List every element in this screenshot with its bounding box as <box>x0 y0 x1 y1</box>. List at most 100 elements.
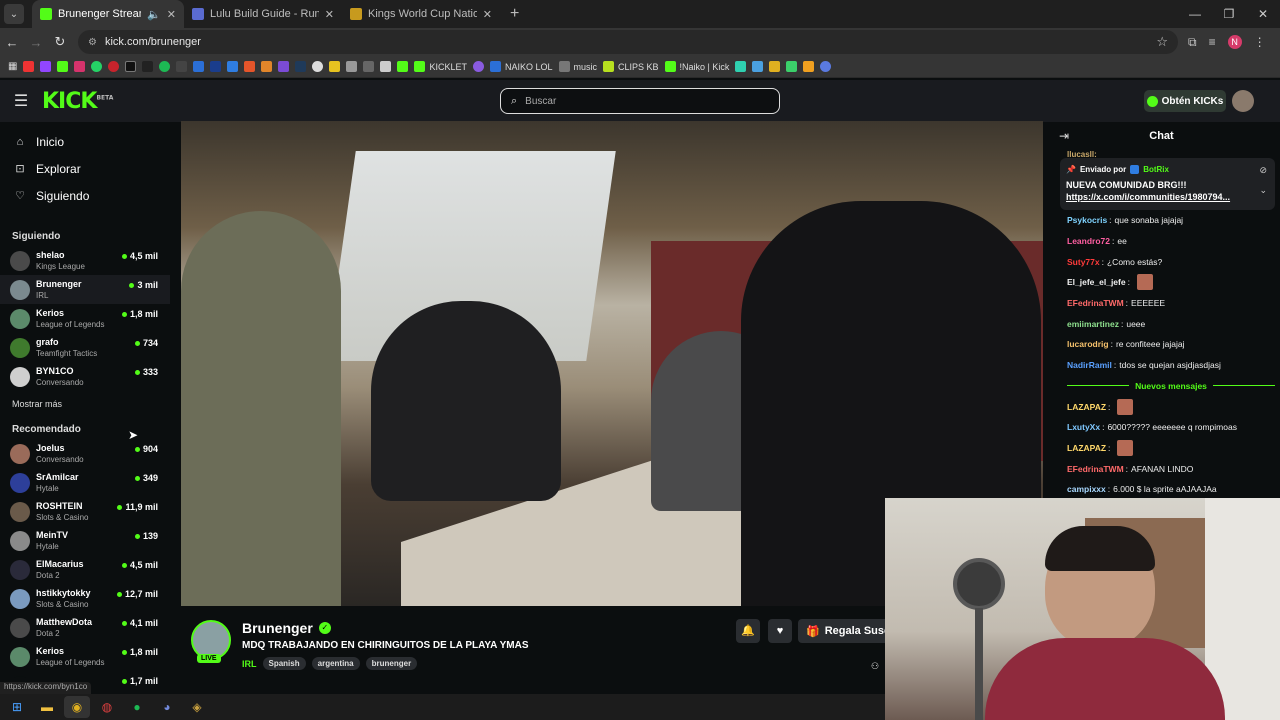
instagram-bookmark-icon[interactable] <box>74 61 86 72</box>
channel-item[interactable]: Kerios League of Legends 1,8 mil <box>0 304 170 333</box>
chat-username[interactable]: El_jefe_el_jefe <box>1067 277 1126 287</box>
channel-item[interactable]: ROSHTEIN Slots & Casino 11,9 mil <box>0 497 170 526</box>
chat-username[interactable]: LAZAPAZ <box>1067 443 1106 453</box>
chevron-down-icon[interactable]: ⌄ <box>1259 185 1267 196</box>
bookmark-icon[interactable] <box>786 61 798 72</box>
bookmark-icon[interactable] <box>210 61 222 72</box>
hamburger-menu-icon[interactable]: ☰ <box>0 91 42 111</box>
bookmark-icon[interactable] <box>397 61 409 72</box>
menu-kebab-icon[interactable]: ⋮ <box>1254 35 1266 49</box>
channel-item[interactable]: Kerios League of Legends 1,8 mil <box>0 642 170 671</box>
audio-icon[interactable]: 🔈 <box>147 8 161 21</box>
kick-bookmark-icon[interactable] <box>57 61 69 72</box>
bookmark-icon[interactable] <box>176 61 188 72</box>
chrome-icon[interactable]: ◉ <box>64 696 90 718</box>
unpin-icon[interactable]: ⊘ <box>1259 165 1267 176</box>
tag-chip[interactable]: argentina <box>311 657 360 670</box>
bookmark-icon[interactable] <box>295 61 307 72</box>
collapse-chat-icon[interactable]: ⇥ <box>1059 129 1069 143</box>
spotify-bookmark-icon[interactable] <box>159 61 171 72</box>
apps-grid-icon[interactable]: ▦ <box>8 61 17 72</box>
spotify-icon[interactable]: ● <box>124 696 150 718</box>
channel-item[interactable]: MatthewDota Dota 2 4,1 mil <box>0 613 170 642</box>
pinned-bot-name[interactable]: BotRix <box>1143 165 1169 174</box>
search-input[interactable]: ⌕ Buscar <box>500 88 780 114</box>
tab-brunenger[interactable]: Brunenger Stream - Watch 🔈 ✕ <box>32 0 184 28</box>
bookmark-icon[interactable] <box>820 61 832 72</box>
user-avatar[interactable] <box>1232 90 1254 112</box>
bookmark-star-icon[interactable]: ☆ <box>1156 34 1168 50</box>
channel-item[interactable]: hstikkytokky Slots & Casino 12,7 mil <box>0 584 170 613</box>
chat-username[interactable]: EFedrinaTWM <box>1067 464 1124 474</box>
bookmark-icon[interactable] <box>278 61 290 72</box>
notification-bell-button[interactable]: 🔔 <box>736 619 760 643</box>
chat-username[interactable]: lucarodrig <box>1067 339 1109 349</box>
restore-icon[interactable]: ❐ <box>1212 0 1246 28</box>
bookmark-kicklet[interactable]: KICKLET <box>414 61 467 72</box>
whatsapp-bookmark-icon[interactable] <box>91 61 103 72</box>
site-info-icon[interactable]: ⚙ <box>88 37 97 48</box>
show-more-link[interactable]: Mostrar más <box>0 399 170 409</box>
chat-username[interactable]: Suty77x <box>1067 257 1100 267</box>
nav-explore[interactable]: ⊡ Explorar <box>0 155 170 182</box>
channel-item[interactable]: Brunenger IRL 3 mil <box>0 275 170 304</box>
bookmark-icon[interactable] <box>735 61 747 72</box>
forward-icon[interactable]: → <box>24 35 48 50</box>
channel-item[interactable]: ElMacarius Dota 2 4,5 mil <box>0 555 170 584</box>
pinterest-bookmark-icon[interactable] <box>108 61 120 72</box>
close-tab-icon[interactable]: ✕ <box>167 8 176 21</box>
reload-icon[interactable]: ↻ <box>48 34 72 50</box>
nav-home[interactable]: ⌂ Inicio <box>0 128 170 155</box>
pinned-link[interactable]: https://x.com/i/communities/1980794... <box>1066 192 1269 202</box>
back-icon[interactable]: ← <box>0 35 24 50</box>
media-icon[interactable]: ≡ <box>1209 35 1216 49</box>
stream-category[interactable]: IRL <box>242 659 257 669</box>
bookmark-icon[interactable] <box>244 61 256 72</box>
follow-heart-button[interactable]: ♥ <box>768 619 792 643</box>
tag-chip[interactable]: Spanish <box>262 657 306 670</box>
bookmark-icon[interactable] <box>380 61 392 72</box>
bookmark-naiko-kick[interactable]: !Naiko | Kick <box>664 61 729 72</box>
gift-sub-button[interactable]: 🎁 Regala Suscr <box>798 619 886 643</box>
bookmark-icon[interactable] <box>803 61 815 72</box>
extensions-icon[interactable]: ⧉ <box>1188 35 1197 50</box>
nav-following[interactable]: ♡ Siguiendo <box>0 182 170 209</box>
bookmark-icon[interactable] <box>227 61 239 72</box>
tag-chip[interactable]: brunenger <box>365 657 418 670</box>
tab-kings-world-cup[interactable]: Kings World Cup Nations 2026 ✕ <box>342 0 500 28</box>
bookmark-naiko-lol[interactable]: NAIKO LOL <box>489 61 553 72</box>
app-icon[interactable]: ◍ <box>94 696 120 718</box>
channel-item[interactable]: SrAmilcar Hytale 349 <box>0 468 170 497</box>
chat-username[interactable]: EFedrinaTWM <box>1067 298 1124 308</box>
streamer-name[interactable]: Brunenger ✓ <box>242 620 331 636</box>
discord-icon[interactable]: ◕ <box>154 696 180 718</box>
bookmark-icon[interactable] <box>769 61 781 72</box>
bookmark-icon[interactable] <box>363 61 375 72</box>
profile-avatar[interactable]: N <box>1227 35 1242 49</box>
minimize-icon[interactable]: — <box>1178 0 1212 28</box>
channel-item[interactable]: shelao Kings League 4,5 mil <box>0 246 170 275</box>
tiktok-bookmark-icon[interactable] <box>142 61 154 72</box>
channel-item[interactable]: MeinTV Hytale 139 <box>0 526 170 555</box>
chat-username[interactable]: NadirRamil <box>1067 360 1112 370</box>
url-field[interactable]: ⚙ kick.com/brunenger ☆ <box>78 30 1178 54</box>
bookmark-icon[interactable] <box>329 61 341 72</box>
pinned-message[interactable]: 📌 Enviado por BotRix NUEVA COMUNIDAD BRG!!… <box>1060 158 1275 210</box>
windows-start-icon[interactable]: ⊞ <box>4 696 30 718</box>
league-client-icon[interactable]: ◈ <box>184 696 210 718</box>
get-kicks-button[interactable]: Obtén KICKs <box>1144 90 1226 112</box>
youtube-bookmark-icon[interactable] <box>23 61 35 72</box>
chat-username[interactable]: campixxx <box>1067 484 1106 494</box>
tab-search-icon[interactable]: ⌄ <box>4 4 24 24</box>
bookmark-icon[interactable] <box>472 61 484 72</box>
bookmark-icon[interactable] <box>261 61 273 72</box>
channel-item[interactable]: BYN1CO Conversando 333 <box>0 362 170 391</box>
bookmark-clips-kb[interactable]: CLIPS KB <box>603 61 659 72</box>
chat-username[interactable]: Leandro72 <box>1067 236 1110 246</box>
bookmark-music[interactable]: music <box>558 61 597 72</box>
bookmark-icon[interactable] <box>193 61 205 72</box>
emote-icon[interactable] <box>1117 439 1134 456</box>
chat-username[interactable]: LAZAPAZ <box>1067 402 1106 412</box>
emote-icon[interactable] <box>1136 274 1153 291</box>
chat-username[interactable]: LxutyXx <box>1067 422 1100 432</box>
